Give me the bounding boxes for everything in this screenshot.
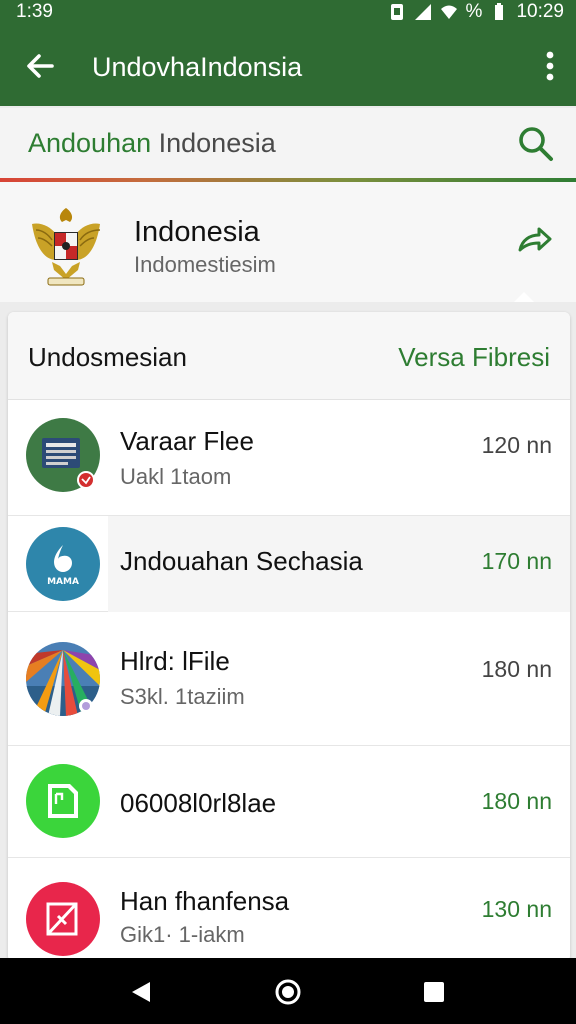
list-item[interactable]: 06008l0rl8lae 180 nn [8, 746, 570, 858]
list-item-size: 130 nn [481, 896, 552, 922]
nav-home-icon[interactable] [274, 978, 302, 1006]
status-time: 1:39 [16, 1, 53, 22]
search-bar[interactable]: Andouhan Indonesia [0, 108, 576, 182]
signal-icon [414, 4, 431, 20]
status-right-time: 10:29 [516, 1, 564, 22]
list-item-title: Varaar Flee [120, 426, 254, 456]
status-icons: % 10:29 [388, 1, 564, 23]
share-icon[interactable] [516, 220, 554, 258]
list-item-subtitle: S3kl. 1taziim [120, 684, 245, 709]
list-item-title: 06008l0rl8lae [120, 788, 277, 818]
list-item-title: Han fhanfensa [120, 886, 290, 916]
image-thumbnail-icon [26, 642, 100, 716]
arrow-left-icon[interactable] [22, 48, 58, 84]
list-item-title: Jndouahan Sechasia [120, 546, 363, 576]
card-header: Undosmesian Versa Fibresi [8, 312, 570, 400]
country-header: Indonesia Indomestiesim [0, 182, 576, 302]
header-pointer [514, 292, 534, 302]
list-item[interactable]: Hlrd: lFile S3kl. 1taziim 180 nn [8, 612, 570, 746]
list-item-subtitle: Uakl 1taom [120, 464, 232, 489]
list-item[interactable]: Han fhanfensa Gik1· 1-iakm 130 nn [8, 858, 570, 962]
battery-percent: % [465, 1, 483, 22]
blocked-file-icon [26, 882, 100, 956]
card-action-link[interactable]: Versa Fibresi [398, 342, 550, 373]
status-bar: 1:39 % 10:29 [0, 0, 576, 26]
battery-icon [495, 3, 504, 20]
svg-text:MAMA: MAMA [47, 577, 79, 587]
file-list-card: Undosmesian Versa Fibresi Varaar Flee Ua… [8, 312, 570, 962]
list-item-size: 180 nn [481, 788, 552, 814]
app-logo-icon: MAMA [26, 527, 100, 601]
list-item-size: 120 nn [481, 432, 552, 458]
nav-recents-icon[interactable] [420, 978, 448, 1006]
list-item[interactable]: Varaar Flee Uakl 1taom 120 nn [8, 400, 570, 516]
sim-icon [390, 4, 403, 20]
nav-back-icon[interactable] [128, 978, 156, 1006]
card-title: Undosmesian [28, 342, 187, 372]
document-icon [26, 418, 100, 492]
file-icon [26, 764, 100, 838]
search-query-accent: Andouhan [28, 128, 152, 158]
app-bar: 1:39 % 10:29 UndovhaIndonsia [0, 0, 576, 106]
country-name: Indonesia [134, 216, 260, 248]
more-vert-icon[interactable] [544, 48, 556, 84]
search-icon[interactable] [516, 124, 556, 164]
country-subtitle: Indomestiesim [134, 252, 276, 277]
list-item-size: 170 nn [481, 548, 552, 574]
garuda-emblem-icon [32, 208, 101, 286]
system-nav-bar [0, 958, 576, 1024]
page-title: UndovhaIndonsia [92, 52, 303, 82]
list-item[interactable]: MAMA Jndouahan Sechasia 170 nn [8, 516, 570, 612]
search-query-rest: Indonesia [151, 128, 276, 158]
search-query[interactable]: Andouhan Indonesia [28, 128, 276, 159]
list-item-subtitle: Gik1· 1-iakm [120, 922, 245, 947]
list-item-size: 180 nn [481, 656, 552, 682]
wifi-icon [440, 5, 457, 19]
list-item-title: Hlrd: lFile [120, 646, 230, 676]
